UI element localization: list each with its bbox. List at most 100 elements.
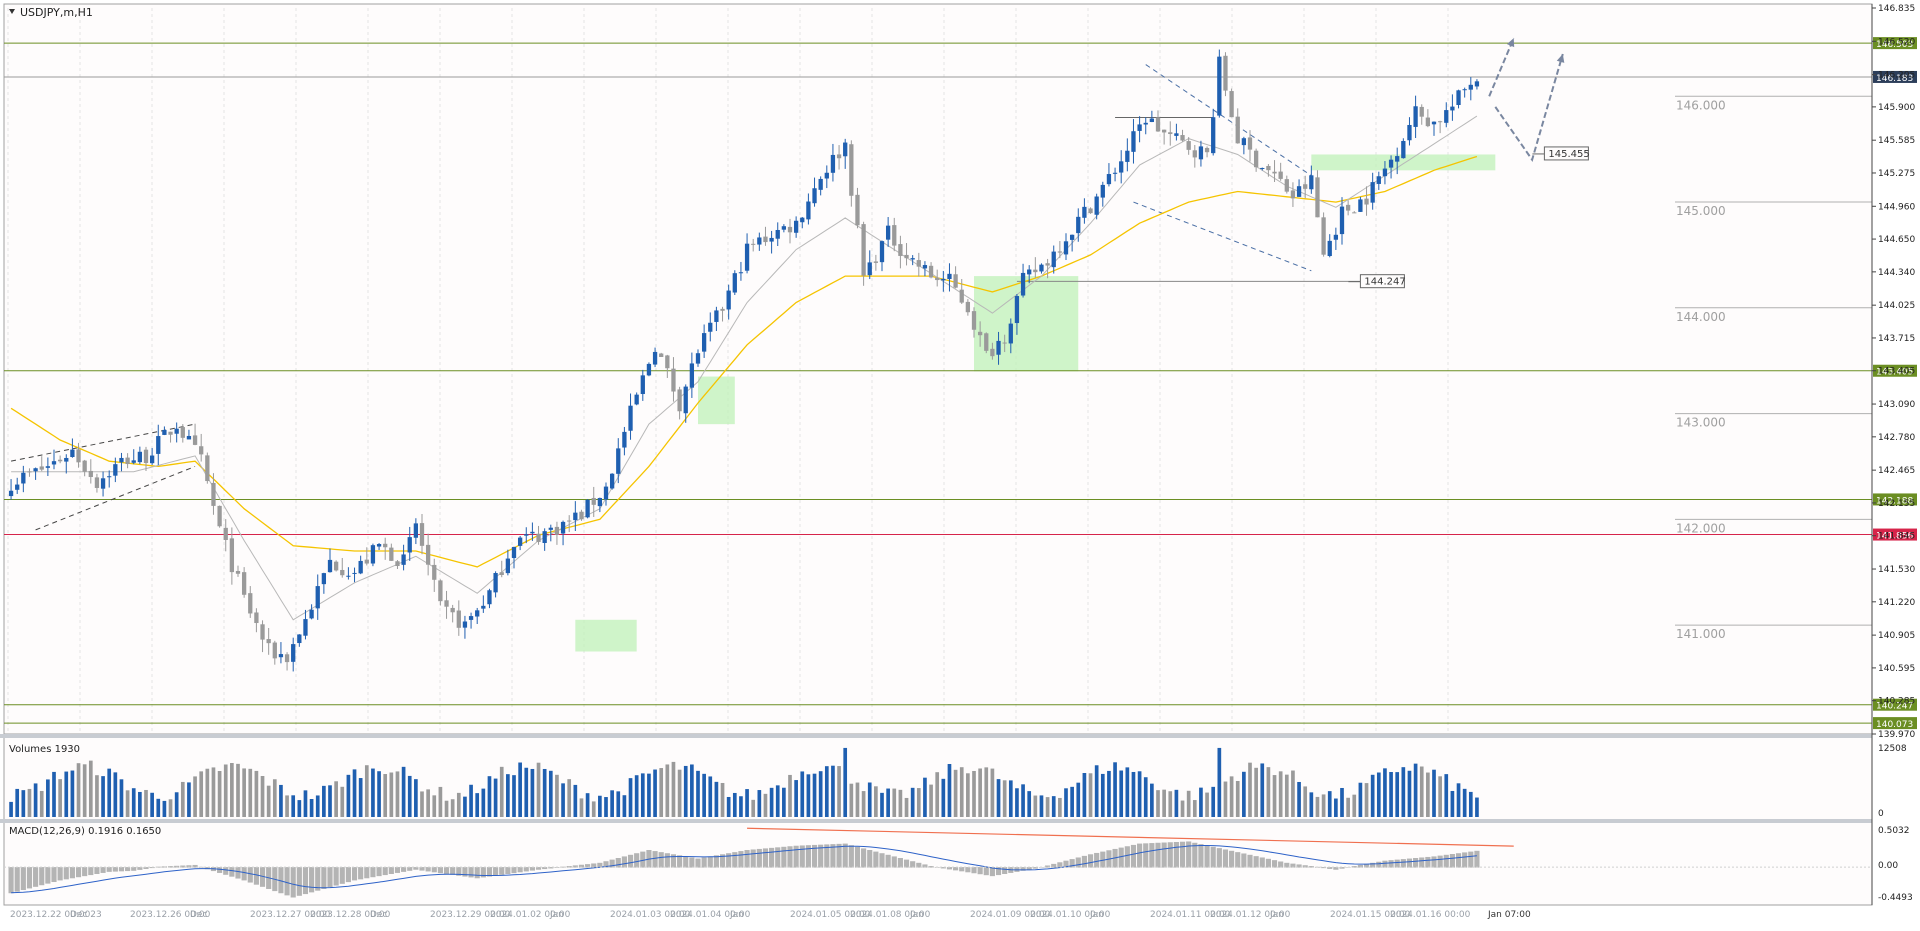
volume-bar[interactable]: [530, 768, 535, 817]
macd-histogram-bar[interactable]: [499, 867, 505, 875]
macd-histogram-bar[interactable]: [284, 867, 290, 896]
volume-bar[interactable]: [726, 796, 731, 817]
volume-bar[interactable]: [831, 765, 835, 817]
macd-histogram-bar[interactable]: [112, 867, 118, 872]
volume-bar[interactable]: [683, 765, 688, 817]
volume-bar[interactable]: [432, 795, 437, 817]
volume-bar[interactable]: [659, 768, 664, 817]
volume-bar[interactable]: [886, 788, 890, 817]
macd-histogram-bar[interactable]: [1455, 853, 1462, 868]
volume-bar[interactable]: [95, 775, 99, 817]
candle[interactable]: [205, 452, 210, 484]
macd-histogram-bar[interactable]: [511, 867, 517, 874]
volume-bar[interactable]: [1113, 762, 1117, 817]
volume-bar[interactable]: [1278, 771, 1283, 817]
volume-bar[interactable]: [677, 769, 682, 817]
macd-histogram-bar[interactable]: [125, 867, 131, 872]
macd-histogram-bar[interactable]: [1449, 854, 1455, 868]
volume-bar[interactable]: [101, 776, 105, 817]
volume-bar[interactable]: [524, 767, 529, 817]
volume-bar[interactable]: [420, 791, 424, 817]
macd-histogram-bar[interactable]: [431, 867, 437, 873]
volume-bar[interactable]: [1131, 771, 1136, 817]
volume-bar[interactable]: [628, 778, 633, 817]
macd-histogram-bar[interactable]: [321, 867, 327, 889]
volume-bar[interactable]: [910, 787, 915, 817]
volume-bar[interactable]: [1413, 763, 1418, 817]
volume-bar[interactable]: [1358, 782, 1363, 817]
macd-histogram-bar[interactable]: [437, 867, 443, 874]
macd-histogram-bar[interactable]: [836, 843, 842, 868]
volume-bar[interactable]: [855, 782, 860, 817]
volume-bar[interactable]: [923, 777, 927, 817]
volume-bar[interactable]: [1468, 791, 1473, 817]
macd-histogram-bar[interactable]: [627, 854, 634, 868]
macd-histogram-bar[interactable]: [1118, 847, 1124, 868]
candle[interactable]: [1217, 49, 1222, 118]
macd-histogram-bar[interactable]: [1419, 857, 1425, 868]
macd-histogram-bar[interactable]: [1130, 844, 1137, 868]
volume-bar[interactable]: [782, 787, 786, 817]
volume-bar[interactable]: [867, 782, 872, 817]
volume-bar[interactable]: [150, 792, 154, 817]
macd-histogram-bar[interactable]: [1462, 852, 1468, 868]
volume-bar[interactable]: [1389, 772, 1393, 817]
volume-bar[interactable]: [567, 779, 572, 817]
volume-bar[interactable]: [1297, 781, 1301, 817]
volume-bar[interactable]: [1272, 775, 1277, 817]
volume-bar[interactable]: [1094, 765, 1099, 817]
volume-bar[interactable]: [1450, 790, 1455, 817]
volume-bar[interactable]: [696, 770, 700, 817]
macd-histogram-bar[interactable]: [358, 867, 364, 880]
volume-bar[interactable]: [1119, 770, 1124, 817]
volume-bar[interactable]: [463, 796, 467, 817]
volume-bar[interactable]: [1438, 776, 1442, 817]
volume-bar[interactable]: [193, 776, 197, 817]
macd-histogram-bar[interactable]: [1094, 852, 1100, 868]
volume-bar[interactable]: [487, 776, 492, 817]
volume-bar[interactable]: [52, 771, 56, 817]
volume-bar[interactable]: [1039, 795, 1044, 817]
volume-bar[interactable]: [536, 762, 541, 817]
macd-histogram-bar[interactable]: [787, 846, 793, 868]
volume-bar[interactable]: [1370, 774, 1375, 817]
volume-bar[interactable]: [144, 789, 148, 817]
volume-bar[interactable]: [1015, 788, 1019, 817]
candle[interactable]: [609, 473, 615, 490]
macd-histogram-bar[interactable]: [253, 867, 259, 885]
volume-bar[interactable]: [279, 784, 283, 817]
macd-histogram-bar[interactable]: [370, 867, 376, 878]
volume-bar[interactable]: [972, 770, 976, 817]
volume-bar[interactable]: [874, 786, 878, 817]
macd-histogram-bar[interactable]: [493, 867, 499, 876]
volume-bar[interactable]: [444, 800, 449, 817]
macd-histogram-bar[interactable]: [69, 867, 75, 879]
volume-bar[interactable]: [861, 791, 866, 817]
volume-bar[interactable]: [414, 779, 418, 817]
macd-histogram-bar[interactable]: [1468, 851, 1474, 868]
macd-histogram-bar[interactable]: [26, 867, 33, 889]
volume-bar[interactable]: [1211, 786, 1216, 817]
volume-bar[interactable]: [328, 785, 332, 817]
macd-histogram-bar[interactable]: [732, 852, 738, 868]
volume-bar[interactable]: [1284, 774, 1289, 817]
macd-histogram-bar[interactable]: [1271, 860, 1278, 868]
volume-bar[interactable]: [1045, 797, 1050, 817]
macd-histogram-bar[interactable]: [247, 867, 253, 883]
volume-bar[interactable]: [812, 773, 817, 817]
volume-bar[interactable]: [1058, 797, 1062, 817]
volume-bar[interactable]: [187, 782, 191, 817]
macd-histogram-bar[interactable]: [351, 867, 358, 881]
macd-histogram-bar[interactable]: [1075, 857, 1081, 868]
macd-histogram-bar[interactable]: [39, 867, 45, 886]
macd-histogram-bar[interactable]: [407, 867, 413, 871]
macd-histogram-bar[interactable]: [903, 859, 910, 868]
macd-histogram-bar[interactable]: [1400, 859, 1406, 868]
macd-histogram-bar[interactable]: [756, 848, 762, 868]
macd-histogram-bar[interactable]: [388, 867, 394, 875]
macd-histogram-bar[interactable]: [517, 867, 523, 873]
volume-bar[interactable]: [1248, 762, 1252, 817]
macd-histogram-bar[interactable]: [223, 867, 229, 875]
volume-bar[interactable]: [898, 789, 903, 817]
volume-bar[interactable]: [837, 766, 841, 817]
